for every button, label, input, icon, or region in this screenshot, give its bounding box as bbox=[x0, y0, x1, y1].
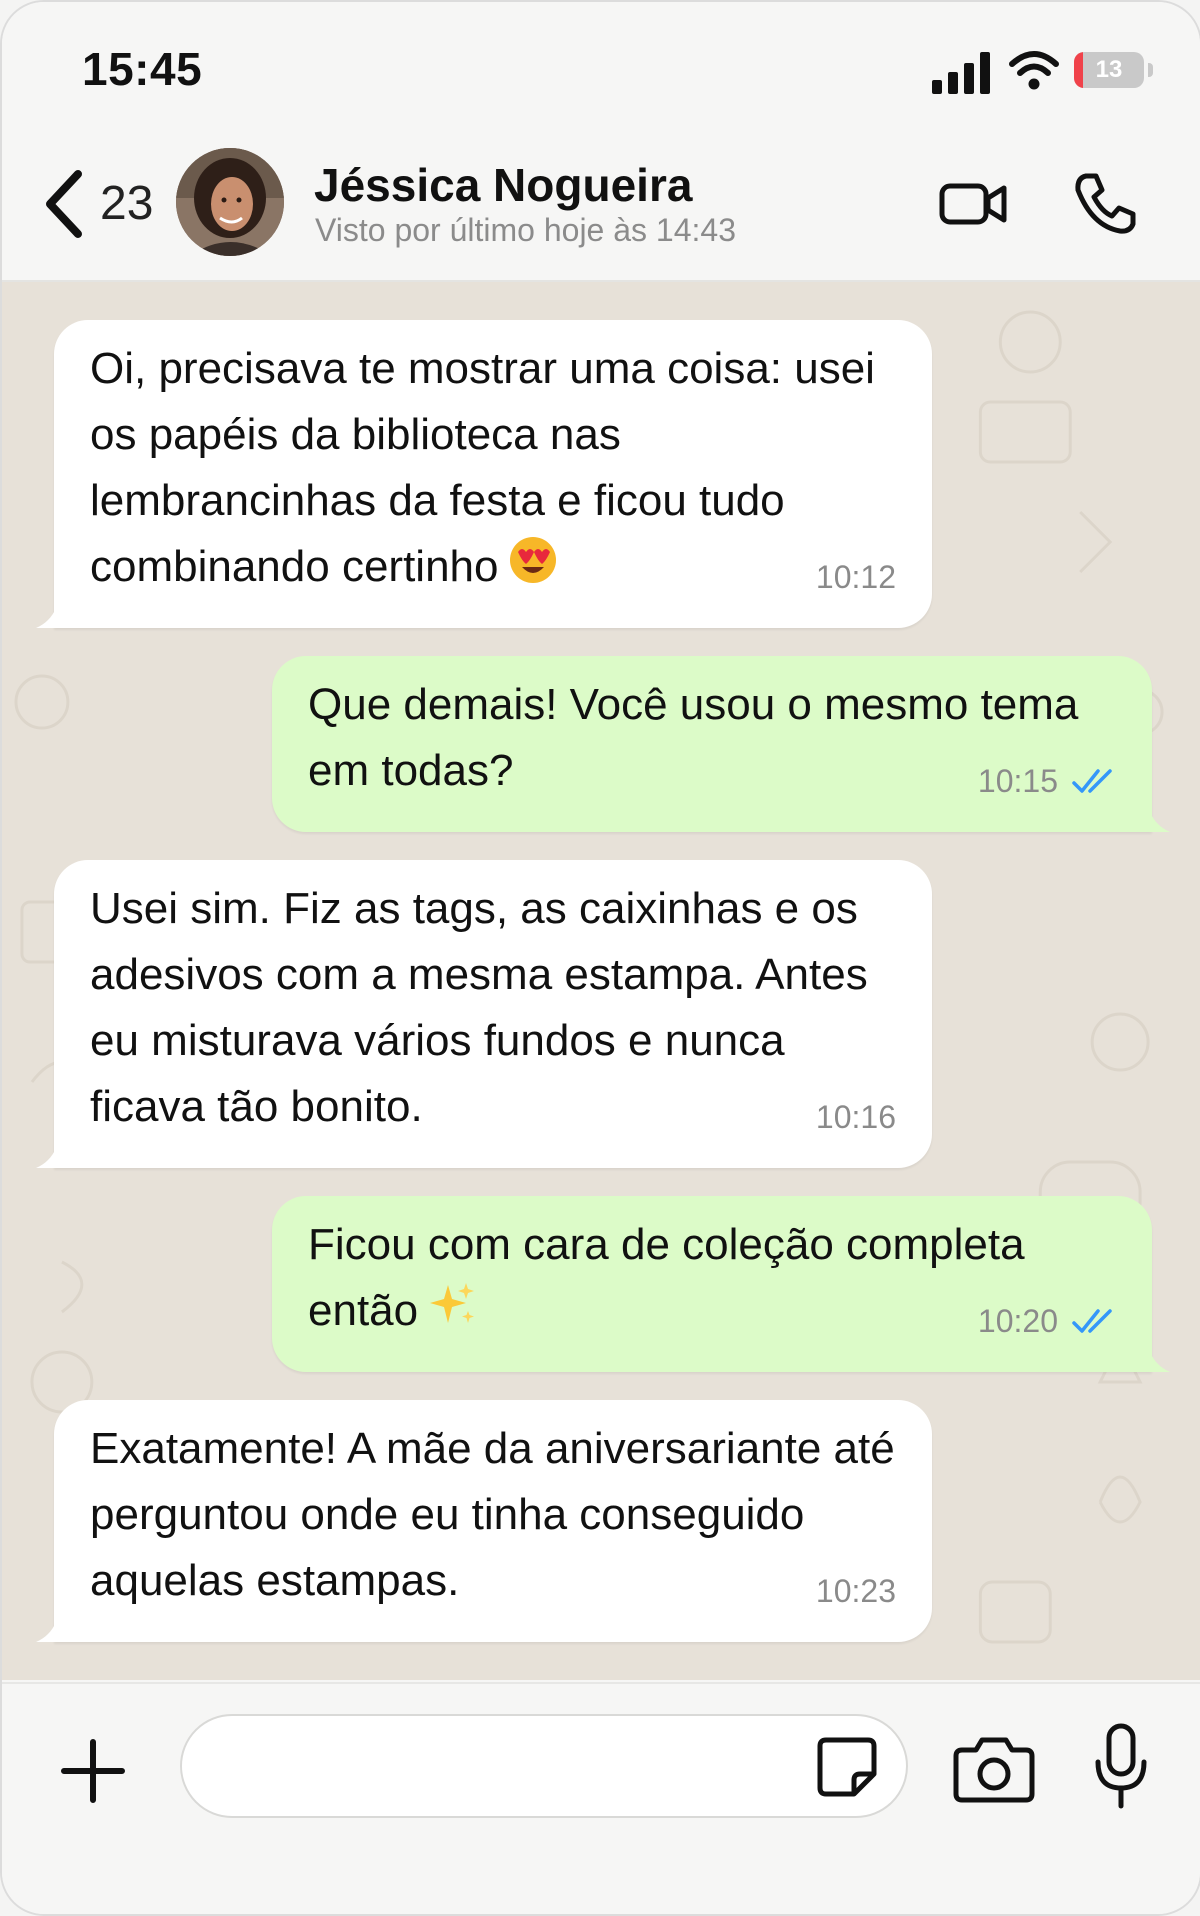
message-meta: 10:23 bbox=[816, 1558, 896, 1624]
message-meta: 10:20 bbox=[978, 1288, 1116, 1354]
message-text: Exatamente! A mãe da aniversariante até … bbox=[90, 1424, 895, 1605]
plus-icon[interactable] bbox=[60, 1738, 126, 1804]
status-time: 15:45 bbox=[82, 43, 203, 95]
cellular-signal-icon bbox=[932, 52, 990, 94]
battery-percent: 13 bbox=[1095, 56, 1123, 83]
sparkles-emoji bbox=[428, 1279, 478, 1348]
double-check-read-icon bbox=[1072, 769, 1112, 793]
battery-indicator: 13 bbox=[1074, 52, 1156, 90]
message-time: 10:15 bbox=[977, 763, 1058, 799]
double-check-read-icon bbox=[1072, 1309, 1112, 1333]
message-bubble-incoming[interactable]: Usei sim. Fiz as tags, as caixinhas e os… bbox=[36, 860, 932, 1168]
camera-icon[interactable] bbox=[952, 1734, 1036, 1804]
unread-count[interactable]: 23 bbox=[100, 176, 153, 231]
phone-call-icon[interactable] bbox=[1072, 170, 1138, 236]
wifi-icon bbox=[1009, 51, 1059, 90]
message-text: Oi, precisava te mostrar uma coisa: usei… bbox=[90, 336, 896, 604]
message-bubble-outgoing[interactable]: Que demais! Você usou o mesmo tema em to… bbox=[272, 656, 1170, 832]
message-time: 10:23 bbox=[815, 1573, 896, 1609]
message-bubble-outgoing[interactable]: Ficou com cara de coleção completa então… bbox=[272, 1196, 1170, 1372]
message-meta: 10:15 bbox=[978, 748, 1116, 814]
message-input[interactable] bbox=[180, 1714, 908, 1818]
message-time: 10:20 bbox=[977, 1303, 1058, 1339]
phone-screen: 15:45 13 23 Jéssica Nogueira Visto por ú… bbox=[0, 0, 1200, 1916]
chat-header: 23 Jéssica Nogueira Visto por último hoj… bbox=[2, 132, 1200, 282]
avatar[interactable] bbox=[176, 148, 284, 256]
status-bar: 15:45 13 bbox=[2, 2, 1200, 132]
message-text: Usei sim. Fiz as tags, as caixinhas e os… bbox=[90, 884, 868, 1131]
back-chevron-icon[interactable] bbox=[40, 168, 86, 240]
message-time: 10:12 bbox=[815, 559, 896, 595]
message-input-bar bbox=[2, 1682, 1200, 1914]
microphone-icon[interactable] bbox=[1092, 1722, 1150, 1810]
heart-eyes-emoji bbox=[508, 535, 558, 604]
contact-name[interactable]: Jéssica Nogueira bbox=[314, 158, 692, 212]
message-time: 10:16 bbox=[815, 1099, 896, 1135]
message-meta: 10:12 bbox=[816, 544, 896, 610]
video-call-icon[interactable] bbox=[938, 176, 1008, 232]
last-seen-status: Visto por último hoje às 14:43 bbox=[315, 212, 736, 248]
chat-area[interactable]: Oi, precisava te mostrar uma coisa: usei… bbox=[2, 282, 1200, 1680]
sticker-icon[interactable] bbox=[816, 1736, 878, 1798]
message-bubble-incoming[interactable]: Exatamente! A mãe da aniversariante até … bbox=[36, 1400, 932, 1642]
message-bubble-incoming[interactable]: Oi, precisava te mostrar uma coisa: usei… bbox=[36, 320, 932, 628]
message-meta: 10:16 bbox=[816, 1084, 896, 1150]
